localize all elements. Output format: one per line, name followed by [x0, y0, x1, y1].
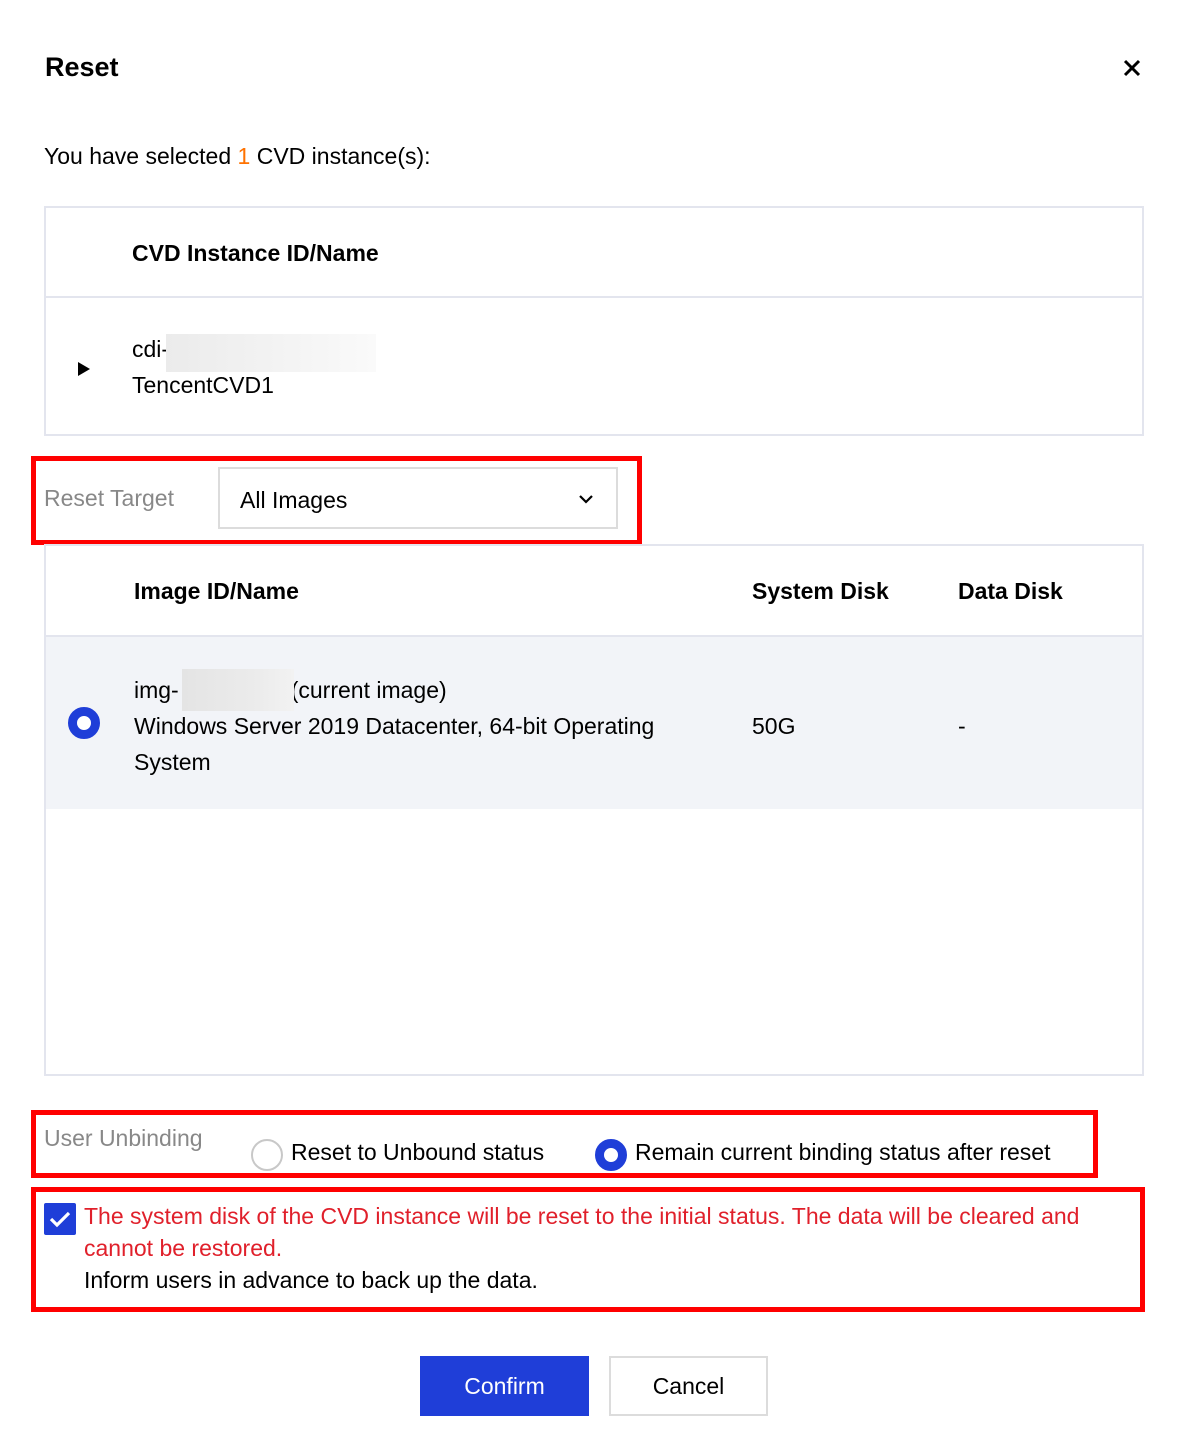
redacted-image-id	[182, 669, 294, 711]
image-table: Image ID/Name System Disk Data Disk img-…	[44, 544, 1144, 1076]
selection-prefix: You have selected	[44, 143, 238, 169]
image-id-prefix: img-	[134, 677, 179, 703]
cancel-button[interactable]: Cancel	[609, 1356, 768, 1416]
reset-target-value: All Images	[240, 487, 348, 513]
image-id-suffix: (current image)	[290, 677, 447, 703]
unbound-radio[interactable]	[251, 1139, 283, 1171]
warning-text-line2: cannot be restored.	[84, 1235, 283, 1261]
image-column-header: Image ID/Name	[134, 578, 299, 604]
checkmark-icon	[49, 1211, 71, 1228]
remain-binding-option-label[interactable]: Remain current binding status after rese…	[635, 1139, 1050, 1166]
selection-suffix: CVD instance(s):	[250, 143, 431, 169]
triangle-right-icon[interactable]	[78, 362, 90, 376]
warning-advice: Inform users in advance to back up the d…	[84, 1267, 538, 1293]
selection-summary: You have selected 1 CVD instance(s):	[44, 143, 431, 170]
image-name-line1: Windows Server 2019 Datacenter, 64-bit O…	[134, 713, 655, 739]
image-name-line2: System	[134, 749, 211, 775]
redacted-instance-id	[166, 334, 376, 372]
chevron-down-icon	[579, 495, 593, 504]
dialog-title: Reset	[45, 52, 119, 82]
reset-target-label: Reset Target	[44, 485, 174, 511]
remain-binding-radio[interactable]	[595, 1139, 627, 1171]
system-disk-column-header: System Disk	[752, 578, 889, 604]
instance-column-header: CVD Instance ID/Name	[132, 240, 379, 266]
warning-text-line1: The system disk of the CVD instance will…	[84, 1203, 1080, 1229]
data-disk-value: -	[958, 713, 966, 739]
instance-table: CVD Instance ID/Name cdi- TencentCVD1	[44, 206, 1144, 436]
instance-table-header: CVD Instance ID/Name	[46, 208, 1142, 298]
data-disk-column-header: Data Disk	[958, 578, 1063, 604]
instance-id: cdi-	[132, 336, 170, 362]
user-unbinding-label: User Unbinding	[44, 1125, 203, 1151]
reset-target-select[interactable]: All Images	[218, 467, 618, 529]
image-table-header: Image ID/Name System Disk Data Disk	[46, 546, 1142, 637]
selection-count: 1	[237, 143, 251, 169]
image-radio[interactable]	[68, 707, 100, 739]
table-row[interactable]: img- (current image) Windows Server 2019 …	[46, 637, 1142, 809]
table-row: cdi- TencentCVD1	[46, 298, 1142, 434]
close-icon-glyph	[1123, 59, 1141, 77]
instance-name: TencentCVD1	[132, 372, 274, 398]
confirm-button[interactable]: Confirm	[420, 1356, 589, 1416]
system-disk-value: 50G	[752, 713, 796, 739]
close-icon[interactable]	[1116, 52, 1148, 84]
unbound-option-label[interactable]: Reset to Unbound status	[291, 1139, 544, 1166]
acknowledge-checkbox[interactable]	[44, 1203, 76, 1235]
